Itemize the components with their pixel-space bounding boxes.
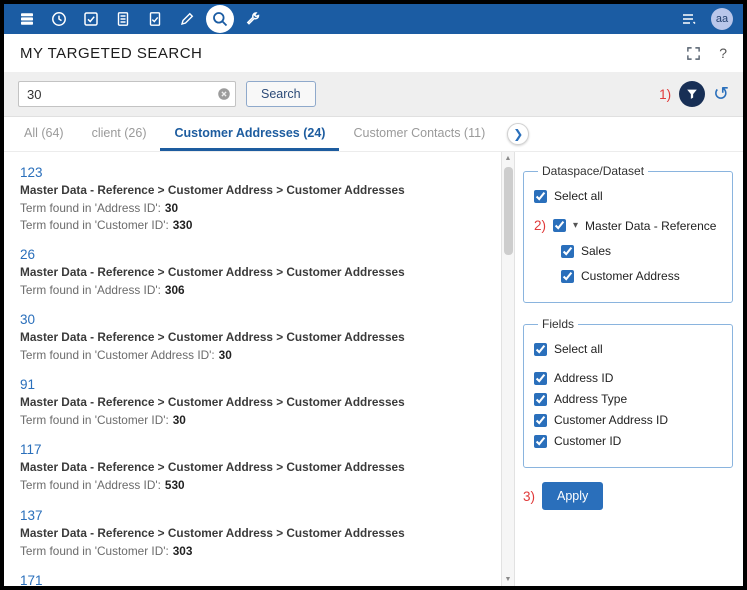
tab-customer-addresses[interactable]: Customer Addresses (24) bbox=[160, 117, 339, 151]
tree-collapse-icon[interactable]: ▾ bbox=[573, 220, 578, 231]
search-input[interactable] bbox=[18, 81, 236, 107]
reset-filter-icon[interactable]: ↺ bbox=[713, 85, 729, 104]
dataspace-tree-root[interactable]: 2) ▾ Master Data - Reference bbox=[534, 218, 722, 233]
field-address-type[interactable]: Address Type bbox=[534, 392, 722, 406]
result-item: 137 Master Data - Reference > Customer A… bbox=[20, 508, 485, 560]
result-id-link[interactable]: 117 bbox=[20, 442, 485, 457]
results-scrollbar[interactable]: ▲ ▼ bbox=[501, 152, 515, 586]
user-avatar[interactable]: aa bbox=[711, 8, 733, 30]
result-path: Master Data - Reference > Customer Addre… bbox=[20, 330, 485, 344]
sales-checkbox[interactable] bbox=[561, 245, 574, 258]
search-icon[interactable] bbox=[206, 5, 234, 33]
dataspace-fieldset: Dataspace/Dataset Select all 2) ▾ Master… bbox=[523, 164, 733, 303]
customer-address-id-checkbox[interactable] bbox=[534, 414, 547, 427]
result-id-link[interactable]: 137 bbox=[20, 508, 485, 523]
result-id-link[interactable]: 26 bbox=[20, 247, 485, 262]
apply-row: 3) Apply bbox=[523, 482, 733, 510]
scrollbar-thumb[interactable] bbox=[504, 167, 513, 255]
scroll-down-icon[interactable]: ▼ bbox=[505, 573, 512, 586]
fullscreen-icon[interactable] bbox=[686, 46, 701, 61]
result-item: 91 Master Data - Reference > Customer Ad… bbox=[20, 377, 485, 429]
search-toolbar: Search 1) ↺ bbox=[4, 72, 743, 117]
dataspace-legend: Dataspace/Dataset bbox=[538, 164, 648, 178]
annotation-3: 3) bbox=[523, 489, 535, 504]
address-id-checkbox[interactable] bbox=[534, 372, 547, 385]
page-title: MY TARGETED SEARCH bbox=[20, 45, 686, 62]
result-id-link[interactable]: 91 bbox=[20, 377, 485, 392]
apply-button[interactable]: Apply bbox=[542, 482, 603, 510]
field-customer-id[interactable]: Customer ID bbox=[534, 434, 722, 448]
tools-icon[interactable] bbox=[240, 6, 266, 32]
search-button[interactable]: Search bbox=[246, 81, 316, 107]
tab-customer-contacts[interactable]: Customer Contacts (11) bbox=[339, 117, 499, 151]
result-term: Term found in 'Customer ID':30 bbox=[20, 412, 485, 429]
content-area: 123 Master Data - Reference > Customer A… bbox=[4, 152, 743, 586]
fields-select-all[interactable]: Select all bbox=[534, 342, 722, 356]
tabs-scroll-right-icon[interactable]: ❯ bbox=[507, 123, 529, 145]
result-path: Master Data - Reference > Customer Addre… bbox=[20, 395, 485, 409]
help-icon[interactable]: ? bbox=[719, 45, 727, 61]
result-path: Master Data - Reference > Customer Addre… bbox=[20, 526, 485, 540]
result-item: 117 Master Data - Reference > Customer A… bbox=[20, 442, 485, 494]
dataspace-child-sales[interactable]: Sales bbox=[561, 244, 722, 258]
result-id-link[interactable]: 30 bbox=[20, 312, 485, 327]
result-tabs: All (64) client (26) Customer Addresses … bbox=[4, 117, 743, 152]
address-type-checkbox[interactable] bbox=[534, 393, 547, 406]
dataspace-select-all-checkbox[interactable] bbox=[534, 190, 547, 203]
fields-select-all-checkbox[interactable] bbox=[534, 343, 547, 356]
design-icon[interactable] bbox=[174, 6, 200, 32]
field-customer-address-id[interactable]: Customer Address ID bbox=[534, 413, 722, 427]
workflow-icon[interactable] bbox=[142, 6, 168, 32]
fields-fieldset: Fields Select all Address ID Address Typ… bbox=[523, 317, 733, 468]
fields-legend: Fields bbox=[538, 317, 578, 331]
result-item: 123 Master Data - Reference > Customer A… bbox=[20, 165, 485, 234]
filter-panel: Dataspace/Dataset Select all 2) ▾ Master… bbox=[515, 152, 743, 586]
result-path: Master Data - Reference > Customer Addre… bbox=[20, 265, 485, 279]
dataspace-select-all[interactable]: Select all bbox=[534, 189, 722, 203]
result-item: 171 Master Data - Reference > Customer A… bbox=[20, 573, 485, 586]
result-term: Term found in 'Address ID':30 bbox=[20, 200, 485, 217]
result-term: Term found in 'Customer ID':303 bbox=[20, 543, 485, 560]
views-icon[interactable] bbox=[110, 6, 136, 32]
customer-address-checkbox[interactable] bbox=[561, 270, 574, 283]
app-window: aa MY TARGETED SEARCH ? Search 1) ↺ bbox=[0, 0, 747, 590]
page-header: MY TARGETED SEARCH ? bbox=[4, 34, 743, 72]
tasks-icon[interactable] bbox=[78, 6, 104, 32]
result-path: Master Data - Reference > Customer Addre… bbox=[20, 183, 485, 197]
tab-client[interactable]: client (26) bbox=[78, 117, 161, 151]
result-id-link[interactable]: 123 bbox=[20, 165, 485, 180]
tab-all[interactable]: All (64) bbox=[10, 117, 78, 151]
result-path: Master Data - Reference > Customer Addre… bbox=[20, 460, 485, 474]
filter-icon[interactable] bbox=[679, 81, 705, 107]
customer-id-checkbox[interactable] bbox=[534, 435, 547, 448]
annotation-2: 2) bbox=[534, 218, 546, 233]
result-term: Term found in 'Address ID':530 bbox=[20, 477, 485, 494]
result-term: Term found in 'Customer ID':330 bbox=[20, 217, 485, 234]
result-term: Term found in 'Customer Address ID':30 bbox=[20, 347, 485, 364]
history-icon[interactable] bbox=[46, 6, 72, 32]
field-address-id[interactable]: Address ID bbox=[534, 371, 722, 385]
dataspace-child-customer-address[interactable]: Customer Address bbox=[561, 269, 722, 283]
notifications-list-icon[interactable] bbox=[675, 6, 701, 32]
result-item: 30 Master Data - Reference > Customer Ad… bbox=[20, 312, 485, 364]
result-id-link[interactable]: 171 bbox=[20, 573, 485, 586]
dataspace-root-checkbox[interactable] bbox=[553, 219, 566, 232]
annotation-1: 1) bbox=[659, 87, 671, 102]
result-term: Term found in 'Address ID':306 bbox=[20, 282, 485, 299]
search-results-list: 123 Master Data - Reference > Customer A… bbox=[4, 152, 501, 586]
result-item: 26 Master Data - Reference > Customer Ad… bbox=[20, 247, 485, 299]
clear-search-icon[interactable] bbox=[217, 87, 231, 101]
top-navigation-bar: aa bbox=[4, 4, 743, 34]
data-icon[interactable] bbox=[14, 6, 40, 32]
scroll-up-icon[interactable]: ▲ bbox=[505, 152, 512, 165]
